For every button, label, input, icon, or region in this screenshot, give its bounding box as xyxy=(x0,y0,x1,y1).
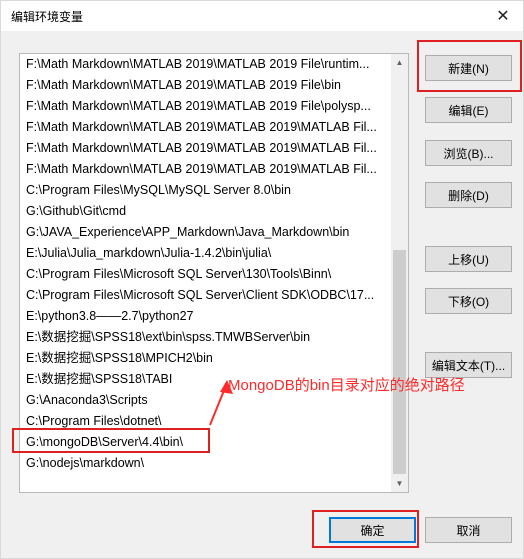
browse-button[interactable]: 浏览(B)... xyxy=(425,140,512,166)
scroll-down-arrow-icon[interactable]: ▼ xyxy=(391,475,408,492)
list-item[interactable]: F:\Math Markdown\MATLAB 2019\MATLAB 2019… xyxy=(20,117,392,138)
list-item[interactable]: C:\Program Files\Microsoft SQL Server\13… xyxy=(20,264,392,285)
scroll-up-arrow-icon[interactable]: ▲ xyxy=(391,54,408,71)
title-bar: 编辑环境变量 ✕ xyxy=(1,1,523,31)
list-item[interactable]: C:\Program Files\Microsoft SQL Server\Cl… xyxy=(20,285,392,306)
edit-env-variable-dialog: 编辑环境变量 ✕ F:\Math Markdown\MATLAB 2019\MA… xyxy=(0,0,524,559)
list-item[interactable]: E:\Julia\Julia_markdown\Julia-1.4.2\bin\… xyxy=(20,243,392,264)
delete-button[interactable]: 删除(D) xyxy=(425,182,512,208)
list-item[interactable]: F:\Math Markdown\MATLAB 2019\MATLAB 2019… xyxy=(20,54,392,75)
scroll-thumb[interactable] xyxy=(393,250,406,474)
list-item[interactable]: G:\Github\Git\cmd xyxy=(20,201,392,222)
new-button[interactable]: 新建(N) xyxy=(425,55,512,81)
list-item[interactable]: F:\Math Markdown\MATLAB 2019\MATLAB 2019… xyxy=(20,96,392,117)
vertical-scrollbar[interactable]: ▲ ▼ xyxy=(391,54,408,492)
edit-button[interactable]: 编辑(E) xyxy=(425,97,512,123)
list-item[interactable]: G:\mongoDB\Server\4.4\bin\ xyxy=(20,432,392,453)
annotation-text: MongoDB的bin目录对应的绝对路径 xyxy=(228,377,465,394)
list-item[interactable]: G:\nodejs\markdown\ xyxy=(20,453,392,474)
close-icon[interactable]: ✕ xyxy=(483,1,523,31)
cancel-button[interactable]: 取消 xyxy=(425,517,512,543)
list-item[interactable]: G:\JAVA_Experience\APP_Markdown\Java_Mar… xyxy=(20,222,392,243)
list-item[interactable]: E:\python3.8——2.7\python27 xyxy=(20,306,392,327)
list-item[interactable]: F:\Math Markdown\MATLAB 2019\MATLAB 2019… xyxy=(20,138,392,159)
list-item[interactable]: C:\Program Files\MySQL\MySQL Server 8.0\… xyxy=(20,180,392,201)
ok-button[interactable]: 确定 xyxy=(329,517,416,543)
list-item[interactable]: F:\Math Markdown\MATLAB 2019\MATLAB 2019… xyxy=(20,159,392,180)
move-down-button[interactable]: 下移(O) xyxy=(425,288,512,314)
list-item[interactable]: E:\数据挖掘\SPSS18\ext\bin\spss.TMWBServer\b… xyxy=(20,327,392,348)
list-item[interactable]: E:\数据挖掘\SPSS18\MPICH2\bin xyxy=(20,348,392,369)
window-title: 编辑环境变量 xyxy=(11,10,84,24)
list-item[interactable]: F:\Math Markdown\MATLAB 2019\MATLAB 2019… xyxy=(20,75,392,96)
move-up-button[interactable]: 上移(U) xyxy=(425,246,512,272)
